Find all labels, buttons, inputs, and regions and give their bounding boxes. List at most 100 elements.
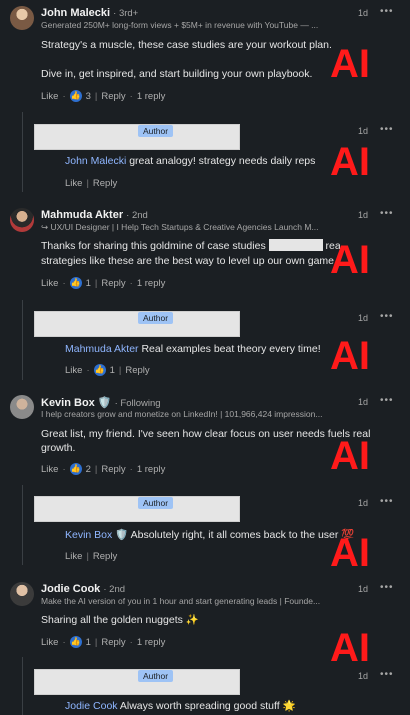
author-badge: Author — [138, 312, 174, 324]
ai-watermark: AI — [330, 140, 370, 184]
mention-link[interactable]: John Malecki — [65, 155, 126, 167]
replies-count[interactable]: 1 reply — [137, 464, 166, 475]
reply-button[interactable]: Reply — [101, 91, 125, 102]
commenter-name[interactable]: Kevin Box 🛡️ · Following — [41, 396, 161, 409]
comment-time: 1d — [358, 397, 369, 407]
like-count[interactable]: 3 — [86, 91, 91, 102]
reply-text: Kevin Box 🛡️ Absolutely right, it all co… — [65, 529, 355, 541]
like-button[interactable]: Like — [65, 178, 82, 189]
thumbs-up-icon: 👍 — [69, 90, 82, 102]
redacted-author-header — [34, 496, 240, 522]
reply-actions: Like | Reply — [65, 178, 118, 189]
more-options-icon[interactable]: ••• — [380, 208, 394, 219]
commenter-headline: Make the AI version of you in 1 hour and… — [41, 596, 321, 606]
reply-time: 1d — [358, 671, 369, 681]
comment-actions: Like · 👍 2 | Reply · 1 reply — [41, 463, 166, 475]
like-button[interactable]: Like — [65, 551, 82, 562]
comment-actions: Like · 👍 1 | Reply · 1 reply — [41, 277, 166, 289]
comment-actions: Like · 👍 3 | Reply · 1 reply — [41, 90, 166, 102]
reply-time: 1d — [358, 498, 369, 508]
comment-text: strategies like these are the best way t… — [41, 255, 337, 267]
ai-watermark: AI — [330, 334, 370, 378]
reply-button[interactable]: Reply — [93, 551, 117, 562]
reply-actions: Like | Reply — [65, 551, 118, 562]
reply-button[interactable]: Reply — [125, 365, 149, 376]
reply-button[interactable]: Reply — [93, 178, 117, 189]
replies-count[interactable]: 1 reply — [137, 278, 166, 289]
connection-degree: · Following — [114, 398, 161, 409]
avatar[interactable] — [10, 6, 34, 30]
avatar[interactable] — [10, 208, 34, 232]
comment-actions: Like · 👍 1 | Reply · 1 reply — [41, 636, 166, 648]
ai-watermark: AI — [330, 42, 370, 86]
reply-time: 1d — [358, 313, 369, 323]
connection-degree: · 3rd+ — [113, 8, 139, 19]
like-button[interactable]: Like — [65, 365, 82, 376]
redacted-author-header — [34, 311, 240, 337]
commenter-name[interactable]: John Malecki · 3rd+ — [41, 7, 138, 19]
replies-count[interactable]: 1 reply — [137, 91, 166, 102]
like-count[interactable]: 1 — [86, 637, 91, 648]
commenter-name[interactable]: Mahmuda Akter · 2nd — [41, 209, 148, 221]
reply-text: Mahmuda Akter Real examples beat theory … — [65, 343, 321, 355]
author-badge: Author — [138, 497, 174, 509]
thumbs-up-icon: 👍 — [69, 277, 82, 289]
thread-line — [22, 657, 23, 715]
more-options-icon[interactable]: ••• — [380, 6, 394, 17]
author-badge: Author — [138, 125, 174, 137]
mention-link[interactable]: Kevin Box — [65, 529, 112, 541]
thumbs-up-icon: 👍 — [69, 463, 82, 475]
thumbs-up-icon: 👍 — [93, 364, 106, 376]
comment-text: Dive in, get inspired, and start buildin… — [41, 68, 313, 80]
reply-button[interactable]: Reply — [101, 637, 125, 648]
more-options-icon[interactable]: ••• — [380, 582, 394, 593]
thread-line — [22, 300, 23, 380]
connection-degree: · 2nd — [126, 210, 148, 221]
reply-actions: Like · 👍 1 | Reply — [65, 364, 150, 376]
reply-button[interactable]: Reply — [101, 464, 125, 475]
redacted-author-header — [34, 124, 240, 150]
like-count[interactable]: 2 — [86, 464, 91, 475]
reply-time: 1d — [358, 126, 369, 136]
mention-link[interactable]: Jodie Cook — [65, 700, 118, 712]
comment-text: growth. — [41, 442, 76, 454]
reply-text: Jodie Cook Always worth spreading good s… — [65, 700, 296, 712]
ai-watermark: AI — [330, 238, 370, 282]
redacted-author-header — [34, 669, 240, 695]
like-button[interactable]: Like — [41, 91, 58, 102]
thread-line — [22, 485, 23, 565]
comment-time: 1d — [358, 210, 369, 220]
comment-text: Strategy's a muscle, these case studies … — [41, 39, 332, 51]
like-button[interactable]: Like — [41, 278, 58, 289]
avatar[interactable] — [10, 395, 34, 419]
more-options-icon[interactable]: ••• — [380, 395, 394, 406]
reply-button[interactable]: Reply — [101, 278, 125, 289]
comment-time: 1d — [358, 584, 369, 594]
more-options-icon[interactable]: ••• — [380, 311, 394, 322]
like-count[interactable]: 1 — [86, 278, 91, 289]
reply-text: John Malecki great analogy! strategy nee… — [65, 155, 316, 167]
more-options-icon[interactable]: ••• — [380, 124, 394, 135]
replies-count[interactable]: 1 reply — [137, 637, 166, 648]
ai-watermark: AI — [330, 434, 370, 478]
more-options-icon[interactable]: ••• — [380, 669, 394, 680]
connection-degree: · 2nd — [103, 584, 126, 595]
creator-badge-icon: 🛡️ — [97, 397, 112, 409]
more-options-icon[interactable]: ••• — [380, 496, 394, 507]
avatar[interactable] — [10, 582, 34, 606]
author-badge: Author — [138, 670, 174, 682]
creator-badge-icon: 🛡️ — [115, 529, 129, 541]
mention-link[interactable]: Mahmuda Akter — [65, 343, 139, 355]
comment-text: Sharing all the golden nuggets ✨ — [41, 614, 199, 626]
ai-watermark: AI — [330, 626, 370, 670]
commenter-headline: ↪ UX/UI Designer | I Help Tech Startups … — [41, 222, 319, 232]
commenter-name[interactable]: Jodie Cook · 2nd — [41, 583, 125, 595]
like-button[interactable]: Like — [41, 637, 58, 648]
like-button[interactable]: Like — [41, 464, 58, 475]
commenter-headline: I help creators grow and monetize on Lin… — [41, 409, 323, 419]
comment-time: 1d — [358, 8, 369, 18]
redacted-text — [268, 239, 323, 251]
commenter-headline: Generated 250M+ long-form views + $5M+ i… — [41, 20, 319, 30]
ai-watermark: AI — [330, 531, 370, 575]
like-count[interactable]: 1 — [110, 365, 115, 376]
